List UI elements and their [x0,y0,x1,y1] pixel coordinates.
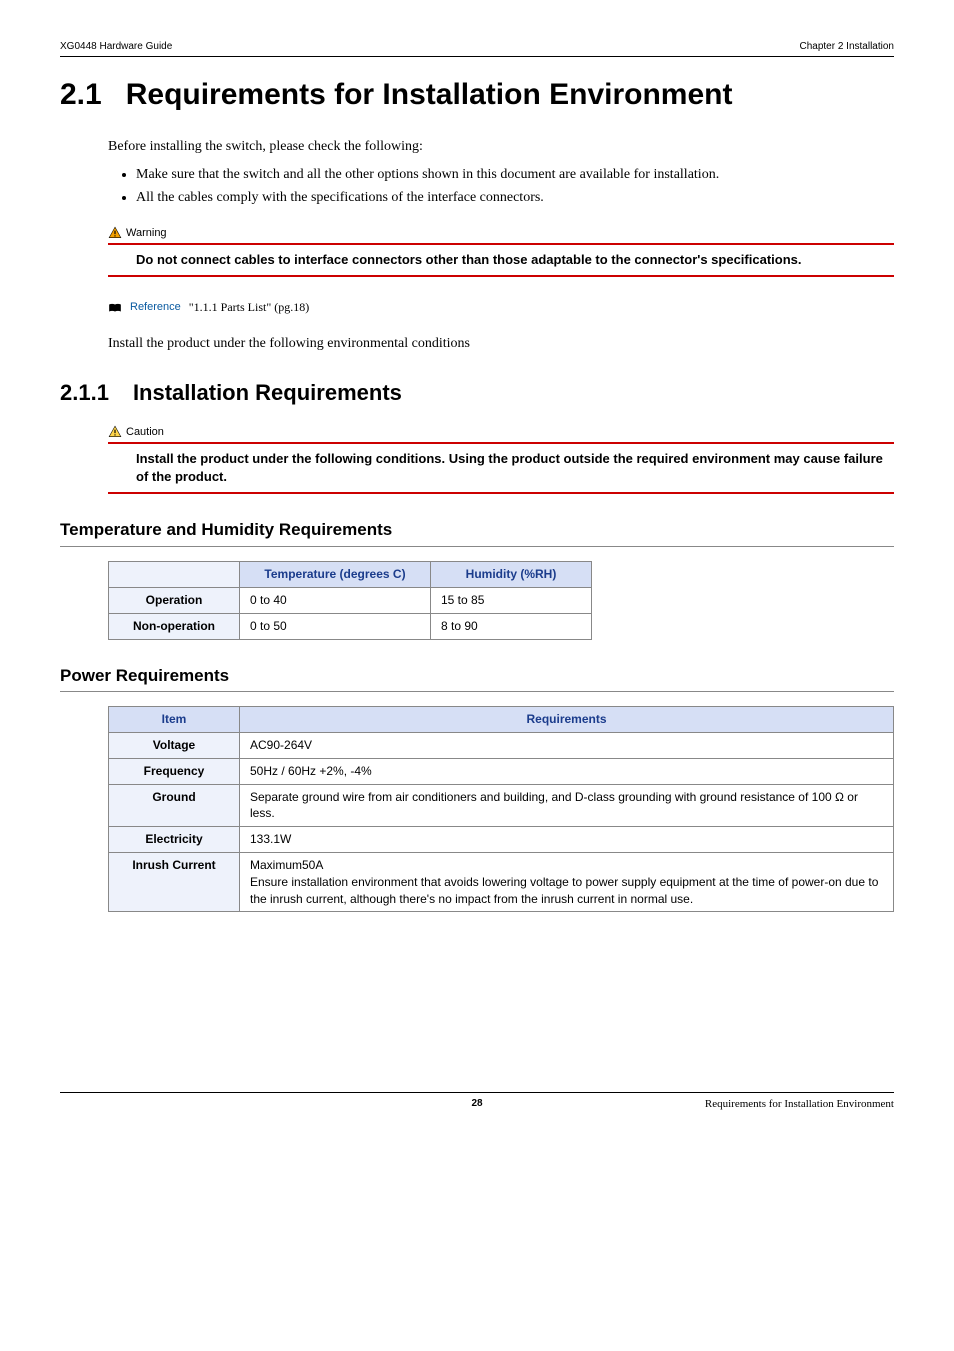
table-row: Item Requirements [109,707,894,733]
table-row: Frequency 50Hz / 60Hz +2%, -4% [109,758,894,784]
reference-label: Reference [130,300,181,315]
caution-text: Install the product under the following … [136,450,894,486]
power-table: Item Requirements Voltage AC90-264V Freq… [108,706,894,912]
list-item: All the cables comply with the specifica… [136,188,894,208]
h1-number: 2.1 [60,77,102,113]
table-cell: 0 to 50 [240,613,431,639]
page-footer: 28 Requirements for Installation Environ… [60,1092,894,1111]
caution-label: Caution [126,425,164,440]
warning-text: Do not connect cables to interface conne… [136,251,894,269]
table-row: Temperature (degrees C) Humidity (%RH) [109,562,592,588]
table-header: Temperature (degrees C) [240,562,431,588]
table-cell: Separate ground wire from air conditione… [240,784,894,827]
table-row: Ground Separate ground wire from air con… [109,784,894,827]
table-header: Humidity (%RH) [431,562,592,588]
table-row: Operation 0 to 40 15 to 85 [109,587,592,613]
table-row: Inrush Current Maximum50A Ensure install… [109,853,894,912]
table-header [109,562,240,588]
table-row: Electricity 133.1W [109,827,894,853]
env-conditions-text: Install the product under the following … [108,334,894,354]
table-cell: Ground [109,784,240,827]
caution-icon [108,425,122,439]
warning-label: Warning [126,226,167,241]
temp-humidity-heading: Temperature and Humidity Requirements [60,518,894,547]
h2-text: Installation Requirements [133,378,402,409]
reference-text: "1.1.1 Parts List" (pg.18) [189,299,309,316]
header-left: XG0448 Hardware Guide [60,40,172,54]
table-cell: 8 to 90 [431,613,592,639]
h1-text: Requirements for Installation Environmen… [126,77,733,113]
table-row: Voltage AC90-264V [109,733,894,759]
page-header: XG0448 Hardware Guide Chapter 2 Installa… [60,40,894,57]
section-title-h2: 2.1.1 Installation Requirements [60,378,894,409]
intro-bullets: Make sure that the switch and all the ot… [108,165,894,208]
footer-right: Requirements for Installation Environmen… [705,1097,894,1112]
section-title-h1: 2.1 Requirements for Installation Enviro… [60,77,894,113]
table-row: Non-operation 0 to 50 8 to 90 [109,613,592,639]
warning-icon [108,226,122,240]
table-cell: 133.1W [240,827,894,853]
table-cell: Non-operation [109,613,240,639]
temp-humidity-table: Temperature (degrees C) Humidity (%RH) O… [108,561,592,639]
intro-text: Before installing the switch, please che… [108,137,894,157]
page-number: 28 [471,1097,482,1111]
reference-block: Reference "1.1.1 Parts List" (pg.18) [108,299,894,316]
table-cell: Electricity [109,827,240,853]
table-cell: Voltage [109,733,240,759]
header-right: Chapter 2 Installation [799,40,894,54]
power-heading: Power Requirements [60,664,894,693]
table-cell: Inrush Current [109,853,240,912]
table-cell: 50Hz / 60Hz +2%, -4% [240,758,894,784]
warning-block: Warning Do not connect cables to interfa… [108,226,894,278]
table-cell: 15 to 85 [431,587,592,613]
table-header: Requirements [240,707,894,733]
table-cell: Frequency [109,758,240,784]
table-cell: Maximum50A Ensure installation environme… [240,853,894,912]
table-header: Item [109,707,240,733]
table-cell: Operation [109,587,240,613]
caution-block: Caution Install the product under the fo… [108,425,894,495]
table-cell: 0 to 40 [240,587,431,613]
book-icon [108,303,122,313]
table-cell: AC90-264V [240,733,894,759]
list-item: Make sure that the switch and all the ot… [136,165,894,185]
h2-number: 2.1.1 [60,378,109,409]
